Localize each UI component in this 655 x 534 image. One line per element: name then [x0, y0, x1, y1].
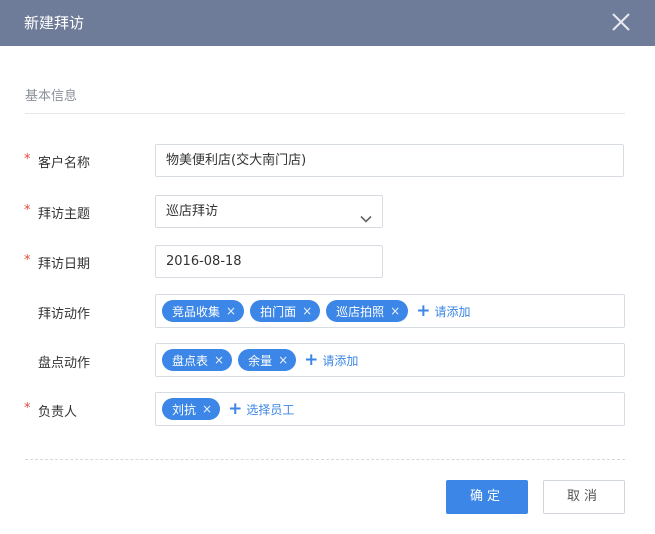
topic-select-value: 巡店拜访 [166, 204, 219, 219]
add-inventory-label: 请添加 [322, 353, 359, 368]
tag-label: 刘抗 [172, 402, 197, 417]
owner-label: 负责人 [38, 405, 78, 420]
chevron-down-icon [360, 206, 372, 223]
section-title: 基本信息 [25, 89, 78, 104]
required-mark: * [24, 253, 31, 268]
tag: 巡店拍照 × [326, 300, 409, 322]
dialog-header: 新建拜访 [0, 0, 655, 46]
inventory-label: 盘点动作 [38, 356, 91, 371]
tag-label: 竞品收集 [172, 304, 221, 319]
plus-icon: + [416, 300, 431, 321]
tag-remove-icon[interactable]: × [302, 304, 312, 318]
date-label: 拜访日期 [38, 257, 91, 272]
tag-label: 盘点表 [172, 353, 209, 368]
add-action-label: 请添加 [434, 304, 471, 319]
tag-remove-icon[interactable]: × [214, 353, 224, 367]
confirm-button[interactable]: 确定 [446, 480, 528, 514]
tag: 竞品收集 × [162, 300, 245, 322]
new-visit-dialog: 新建拜访 基本信息 * 客户名称 物美便利店(交大南门店) * 拜访主题 巡店拜… [0, 0, 655, 534]
tag-label: 余量 [248, 353, 273, 368]
tag-remove-icon[interactable]: × [226, 304, 236, 318]
tag: 余量 × [238, 349, 297, 371]
topic-select[interactable]: 巡店拜访 [155, 195, 383, 228]
actions-tag-input[interactable]: 竞品收集 × 拍门面 × 巡店拍照 × + 请添加 [155, 294, 625, 328]
plus-icon: + [228, 398, 243, 419]
select-employee-link[interactable]: + 选择员工 [228, 398, 295, 419]
add-inventory-link[interactable]: + 请添加 [304, 349, 359, 370]
tag-label: 巡店拍照 [336, 304, 385, 319]
tag-remove-icon[interactable]: × [202, 402, 212, 416]
section-divider [25, 113, 625, 114]
footer-divider [25, 459, 625, 460]
tag: 拍门面 × [250, 300, 321, 322]
close-icon[interactable] [609, 10, 633, 34]
add-action-link[interactable]: + 请添加 [416, 300, 471, 321]
owner-tag-input[interactable]: 刘抗 × + 选择员工 [155, 392, 625, 426]
required-mark: * [24, 152, 31, 167]
dialog-title: 新建拜访 [24, 14, 85, 32]
tag: 刘抗 × [162, 398, 221, 420]
required-mark: * [24, 203, 31, 218]
inventory-tag-input[interactable]: 盘点表 × 余量 × + 请添加 [155, 343, 625, 377]
tag: 盘点表 × [162, 349, 233, 371]
select-employee-label: 选择员工 [246, 402, 295, 417]
date-input[interactable]: 2016-08-18 [155, 245, 383, 278]
tag-remove-icon[interactable]: × [278, 353, 288, 367]
tag-label: 拍门面 [260, 304, 297, 319]
cancel-button[interactable]: 取消 [543, 480, 625, 514]
tag-remove-icon[interactable]: × [390, 304, 400, 318]
plus-icon: + [304, 349, 319, 370]
topic-label: 拜访主题 [38, 207, 91, 222]
required-mark: * [24, 401, 31, 416]
customer-input[interactable]: 物美便利店(交大南门店) [155, 144, 624, 177]
customer-label: 客户名称 [38, 156, 91, 171]
actions-label: 拜访动作 [38, 307, 91, 322]
